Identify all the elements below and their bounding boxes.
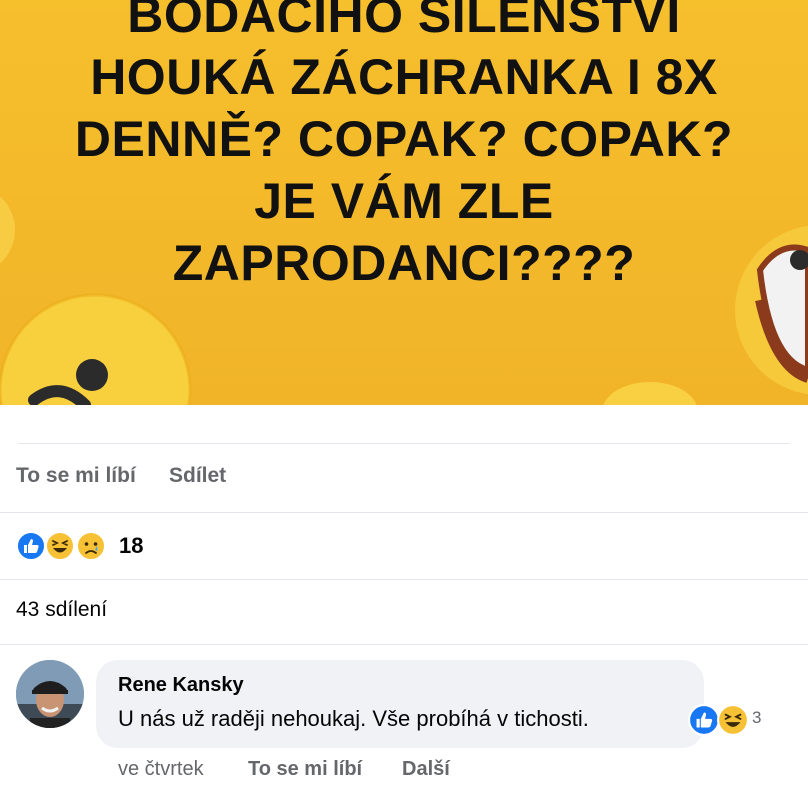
post-image-text: BODACÍHO ŠÍLENSTVÍ HOUKÁ ZÁCHRANKA I 8X …: [0, 0, 808, 294]
divider: [0, 644, 808, 645]
image-text-line: DENNĚ? COPAK? COPAK?: [74, 111, 734, 167]
comment-like-button[interactable]: To se mi líbí: [248, 758, 362, 781]
comment-reactions[interactable]: 3: [688, 702, 772, 736]
reactions-summary[interactable]: 18: [0, 518, 808, 576]
share-count: 43 sdílení: [16, 598, 108, 621]
share-button[interactable]: Sdílet: [169, 464, 226, 488]
reaction-count: 18: [119, 533, 144, 558]
post-image[interactable]: BODACÍHO ŠÍLENSTVÍ HOUKÁ ZÁCHRANKA I 8X …: [0, 0, 808, 405]
comment-author[interactable]: Rene Kansky: [118, 674, 244, 697]
like-reaction-icon: [16, 531, 46, 561]
comment-text: U nás už raději nehoukaj. Vše probíhá v …: [118, 706, 589, 731]
divider: [0, 512, 808, 513]
image-text-line: HOUKÁ ZÁCHRANKA I 8X: [90, 49, 718, 105]
shares-summary[interactable]: 43 sdílení: [0, 585, 808, 641]
comment-timestamp[interactable]: ve čtvrtek: [118, 758, 204, 781]
comment-more-button[interactable]: Další: [402, 758, 450, 781]
image-text-line: BODACÍHO ŠÍLENSTVÍ: [127, 0, 681, 43]
image-text-line: ZAPRODANCI????: [172, 235, 636, 291]
avatar[interactable]: [16, 660, 84, 728]
divider: [0, 579, 808, 580]
like-reaction-icon: [688, 704, 720, 736]
comment-bubble[interactable]: Rene Kansky U nás už raději nehoukaj. Vš…: [96, 660, 704, 748]
comment-reaction-count: 3: [752, 708, 762, 727]
image-text-line: JE VÁM ZLE: [254, 173, 554, 229]
post-action-bar: To se mi líbí Sdílet: [0, 448, 808, 508]
like-button[interactable]: To se mi líbí: [16, 464, 136, 488]
haha-reaction-icon: [45, 531, 75, 561]
divider: [18, 443, 790, 444]
sad-reaction-icon: [76, 531, 106, 561]
commenter-photo: [16, 660, 84, 728]
haha-reaction-icon: [717, 704, 749, 736]
